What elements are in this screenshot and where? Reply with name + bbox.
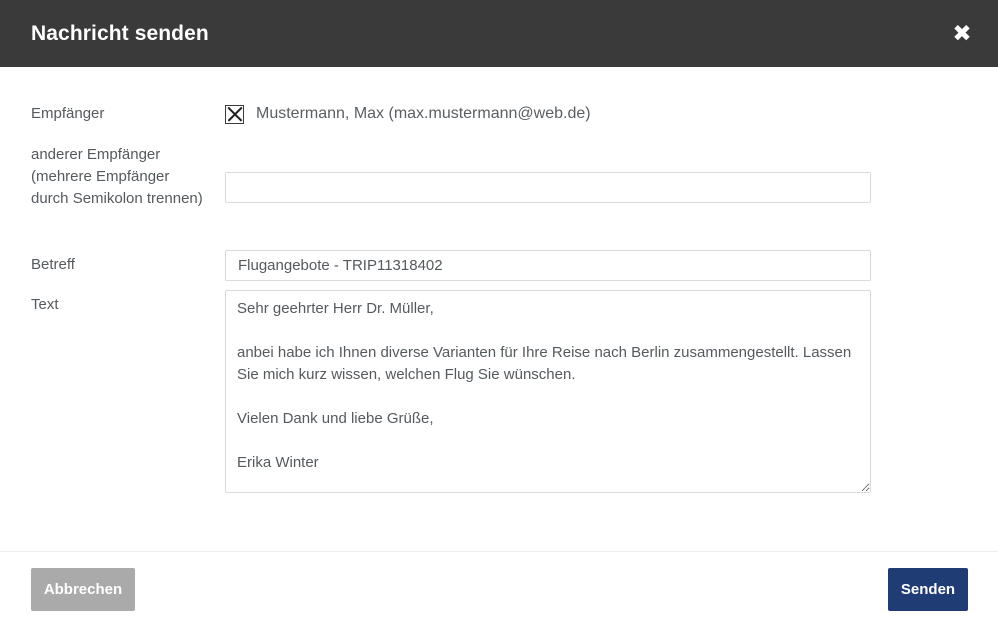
- send-button[interactable]: Senden: [888, 568, 968, 611]
- dialog-title: Nachricht senden: [31, 22, 209, 45]
- form-row-recipient: Empfänger Mustermann, Max (max.musterman…: [0, 103, 998, 133]
- close-icon[interactable]: ✖: [946, 19, 978, 49]
- recipient-checkbox[interactable]: [225, 104, 244, 124]
- other-recipient-label: anderer Empfänger (mehrere Empfänger dur…: [31, 146, 203, 207]
- send-message-dialog: Nachricht senden ✖ Empfänger Mustermann,…: [0, 0, 998, 627]
- cancel-button[interactable]: Abbrechen: [31, 568, 135, 611]
- dialog-header: Nachricht senden ✖: [0, 0, 998, 67]
- text-control: [225, 290, 871, 498]
- message-textarea[interactable]: [225, 290, 871, 493]
- subject-input[interactable]: [225, 250, 871, 281]
- recipient-name-label: Mustermann, Max (max.mustermann@web.de): [256, 105, 591, 122]
- recipient-label: Empfänger: [31, 105, 105, 122]
- recipient-value-group: Mustermann, Max (max.mustermann@web.de): [225, 103, 591, 125]
- other-recipient-control: [225, 172, 871, 203]
- text-label: Text: [31, 296, 59, 313]
- dialog-body: Empfänger Mustermann, Max (max.musterman…: [0, 67, 998, 551]
- other-recipient-input[interactable]: [225, 172, 871, 203]
- subject-label: Betreff: [31, 256, 75, 273]
- dialog-footer: Abbrechen Senden: [0, 551, 998, 627]
- subject-control: [225, 250, 871, 281]
